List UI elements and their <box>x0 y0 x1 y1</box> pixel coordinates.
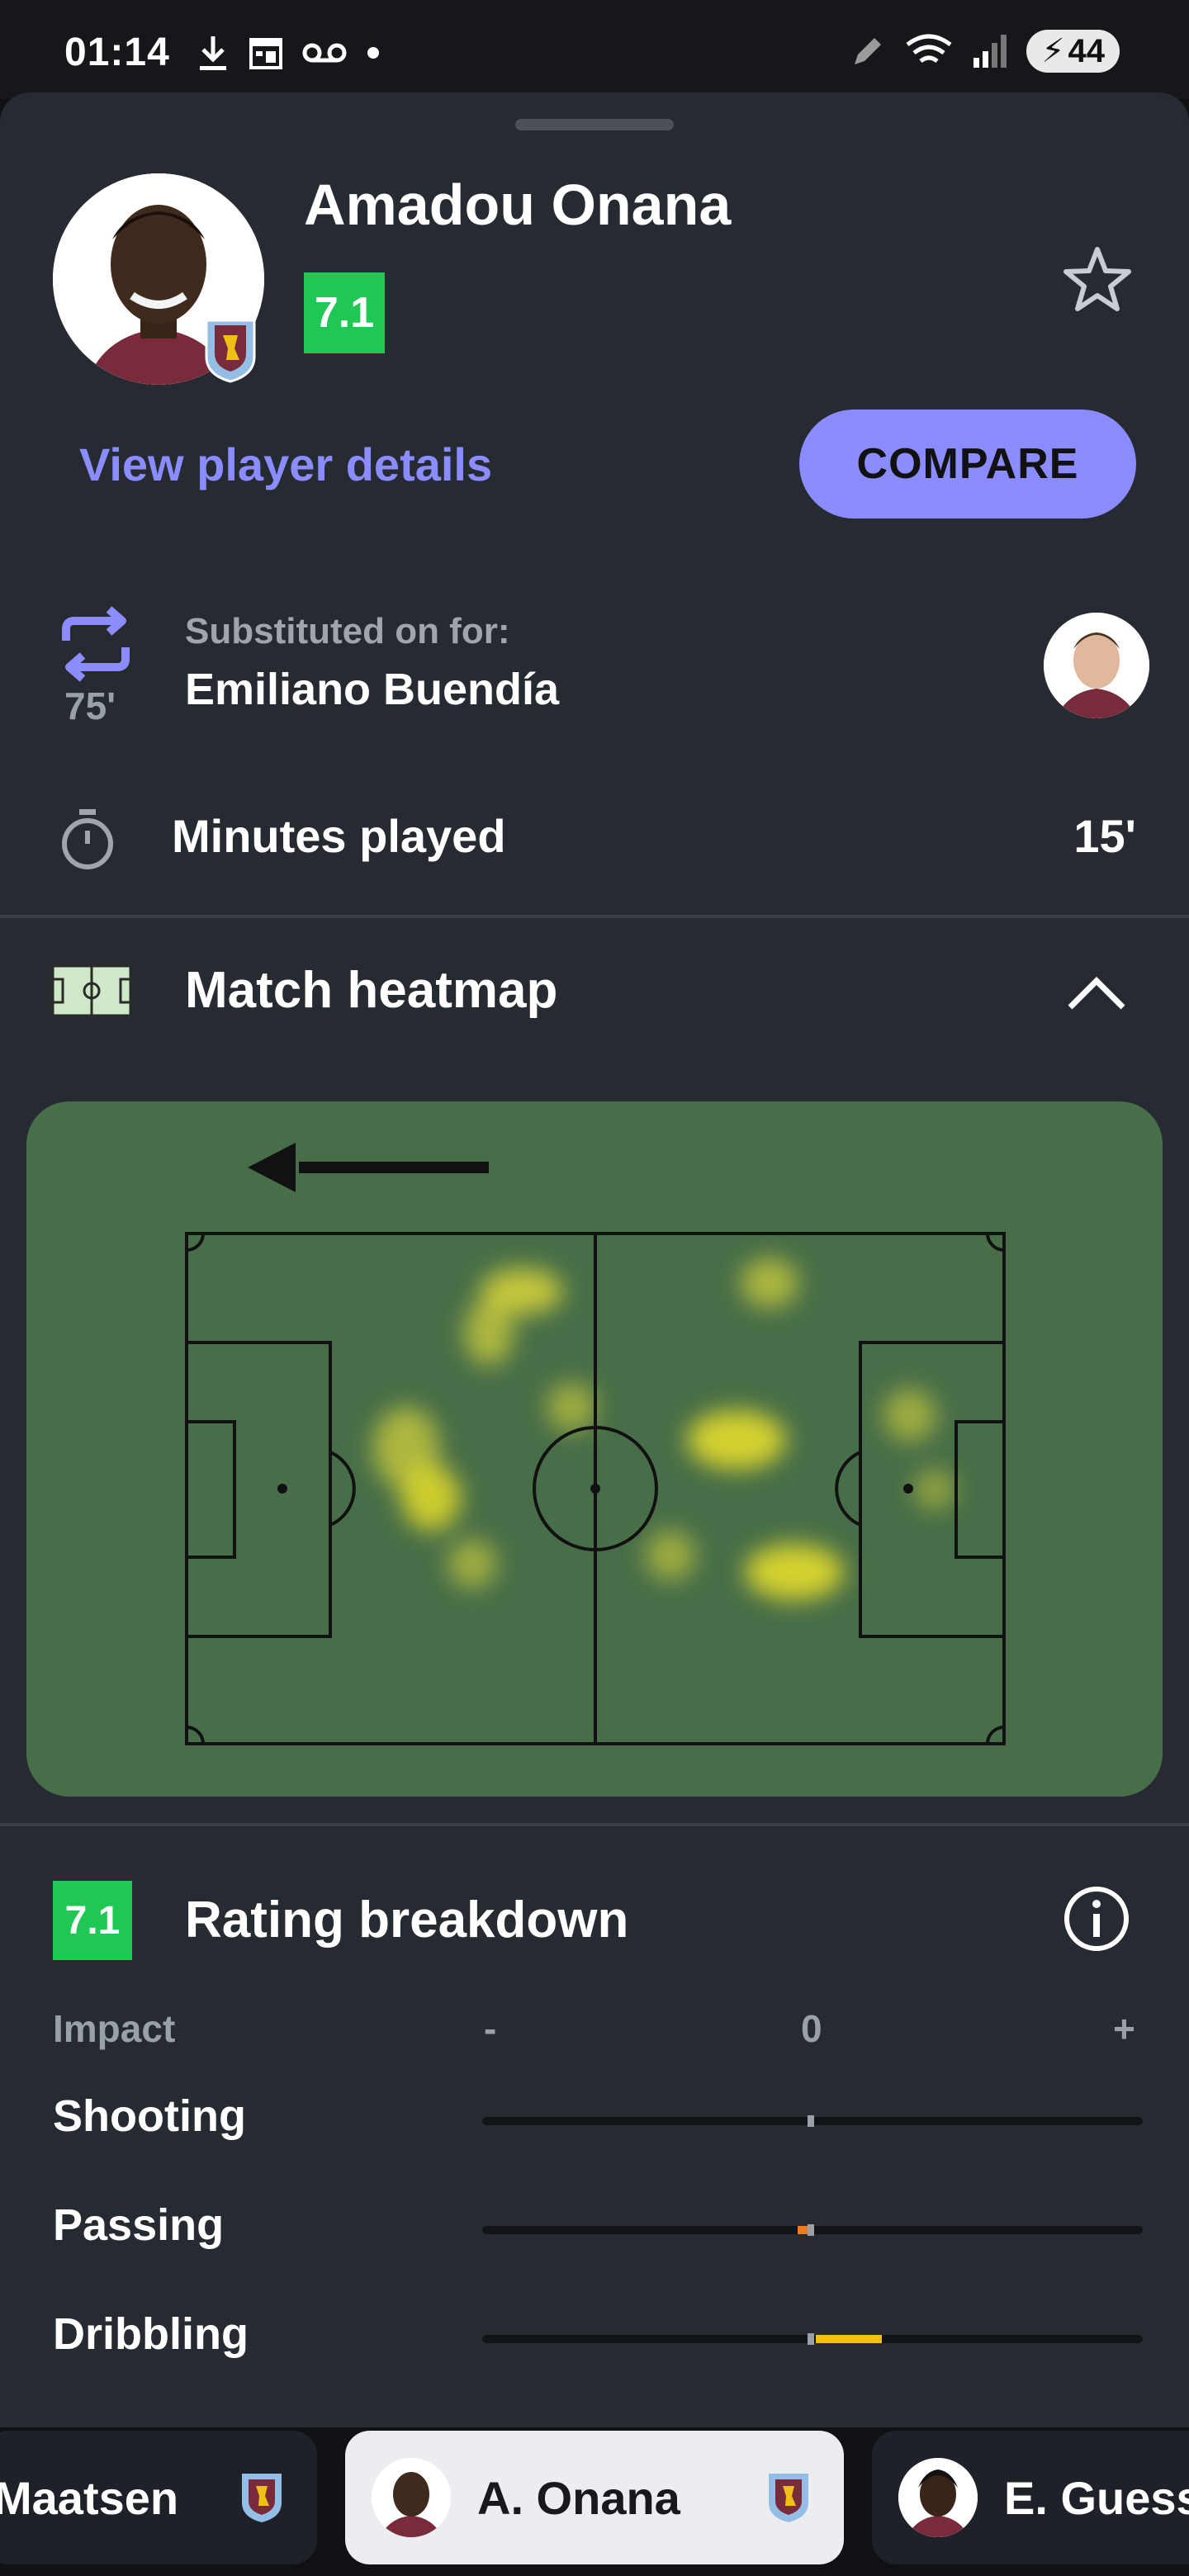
pitch-icon <box>51 964 132 1017</box>
battery-icon: ⚡ 44 <box>1026 30 1120 73</box>
club-badge-icon <box>205 319 256 383</box>
carousel-player-chip[interactable]: E. Guess <box>872 2431 1189 2564</box>
edit-icon <box>855 38 882 64</box>
carousel-player-name: E. Guess <box>1004 2471 1189 2524</box>
status-time: 01:14 <box>64 31 170 74</box>
rating-breakdown-title: Rating breakdown <box>185 1892 629 1949</box>
voicemail-icon <box>302 43 347 63</box>
drag-handle[interactable] <box>515 119 674 130</box>
compare-button[interactable]: COMPARE <box>799 410 1136 519</box>
dot-icon <box>367 47 379 59</box>
calendar-icon <box>249 38 282 69</box>
substituted-player-image <box>1044 613 1149 718</box>
impact-track <box>482 2224 1143 2236</box>
substituted-player-avatar[interactable] <box>1044 613 1149 718</box>
breakdown-category-label: Passing <box>53 2200 225 2250</box>
player-rating-badge: 7.1 <box>304 272 385 353</box>
carousel-player-name: Maatsen <box>0 2471 179 2524</box>
impact-zero-tick <box>808 2224 814 2236</box>
impact-zero-tick <box>808 2333 814 2345</box>
chevron-up-icon[interactable] <box>1062 968 1131 1017</box>
substitution-minute: 75' <box>64 684 116 727</box>
stopwatch-icon <box>62 809 113 869</box>
download-icon <box>200 36 226 70</box>
battery-level: 44 <box>1068 32 1106 69</box>
carousel-player-chip-active[interactable]: A. Onana <box>345 2431 844 2564</box>
impact-zero-tick <box>808 2115 814 2127</box>
attack-direction-arrow <box>248 1143 489 1192</box>
impact-axis-plus: + <box>1113 2007 1135 2050</box>
minutes-played-label: Minutes played <box>172 810 506 862</box>
divider <box>0 1823 1189 1826</box>
heatmap-pitch <box>185 1143 1006 1745</box>
carousel-player-chip[interactable]: Maatsen <box>0 2431 317 2564</box>
info-icon[interactable] <box>1062 1884 1131 1953</box>
carousel-player-image <box>898 2458 978 2537</box>
status-icons-left <box>197 33 381 73</box>
impact-bar <box>798 2226 808 2234</box>
favorite-star-icon[interactable] <box>1060 243 1135 317</box>
breakdown-rating-badge: 7.1 <box>53 1881 132 1960</box>
club-badge-icon <box>242 2474 282 2522</box>
wifi-icon <box>906 34 952 64</box>
carousel-player-avatar <box>372 2458 451 2537</box>
breakdown-category-label: Shooting <box>53 2091 246 2141</box>
status-bar: 01:14 ⚡ 44 <box>0 0 1189 99</box>
impact-bar <box>816 2335 882 2343</box>
heatmap-card <box>26 1101 1163 1797</box>
breakdown-category-label: Dribbling <box>53 2309 249 2359</box>
club-badge-icon <box>769 2474 808 2522</box>
carousel-player-name: A. Onana <box>477 2471 680 2524</box>
view-player-details-link[interactable]: View player details <box>79 438 492 491</box>
impact-track <box>482 2115 1143 2127</box>
impact-axis-zero: 0 <box>801 2007 822 2050</box>
carousel-player-image <box>372 2458 451 2537</box>
player-sheet: Amadou Onana 7.1 View player details COM… <box>0 92 1189 2576</box>
heatmap-title: Match heatmap <box>185 962 558 1019</box>
impact-axis-minus: - <box>484 2007 497 2050</box>
substitution-icon <box>62 606 130 682</box>
substitution-caption: Substituted on for: <box>185 611 510 651</box>
minutes-played-value: 15' <box>1073 810 1136 862</box>
substituted-player-name[interactable]: Emiliano Buendía <box>185 664 559 715</box>
divider <box>0 915 1189 918</box>
impact-label: Impact <box>53 2007 176 2050</box>
carousel-player-avatar <box>898 2458 978 2537</box>
player-name: Amadou Onana <box>304 173 732 237</box>
heat-zones <box>373 1258 955 1600</box>
impact-track <box>482 2333 1143 2345</box>
signal-icon <box>973 35 1007 68</box>
status-icons-right: ⚡ 44 <box>850 30 1120 73</box>
